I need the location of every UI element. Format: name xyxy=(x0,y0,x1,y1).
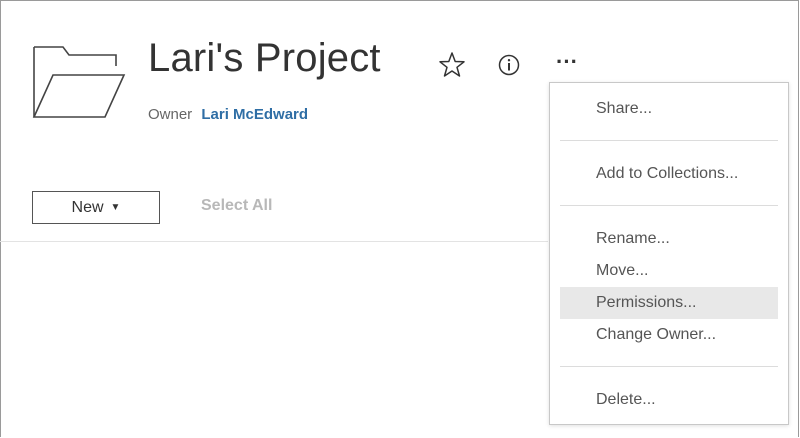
menu-divider xyxy=(560,205,778,206)
menu-item-rename[interactable]: Rename... xyxy=(560,223,778,255)
new-button[interactable]: New ▼ xyxy=(32,191,160,224)
menu-item-change-owner[interactable]: Change Owner... xyxy=(560,319,778,351)
menu-item-share[interactable]: Share... xyxy=(560,93,778,125)
content-divider xyxy=(0,241,548,242)
menu-item-add-to-collections[interactable]: Add to Collections... xyxy=(560,158,778,190)
menu-divider xyxy=(560,140,778,141)
info-circle-icon[interactable] xyxy=(497,53,521,77)
new-button-label: New xyxy=(71,198,104,216)
caret-down-icon: ▼ xyxy=(110,202,121,213)
actions-menu: Share... Add to Collections... Rename...… xyxy=(549,82,789,425)
more-actions-icon[interactable]: ··· xyxy=(554,48,580,76)
menu-item-move[interactable]: Move... xyxy=(560,255,778,287)
menu-item-delete[interactable]: Delete... xyxy=(560,384,778,416)
owner-row: Owner Lari McEdward xyxy=(148,106,308,123)
menu-item-permissions[interactable]: Permissions... xyxy=(560,287,778,319)
project-title: Lari's Project xyxy=(148,36,381,80)
menu-divider xyxy=(560,366,778,367)
folder-icon xyxy=(32,46,126,118)
select-all-button[interactable]: Select All xyxy=(201,197,272,215)
owner-label: Owner xyxy=(148,106,193,123)
star-outline-icon[interactable] xyxy=(438,51,466,79)
owner-name-link[interactable]: Lari McEdward xyxy=(201,106,308,123)
